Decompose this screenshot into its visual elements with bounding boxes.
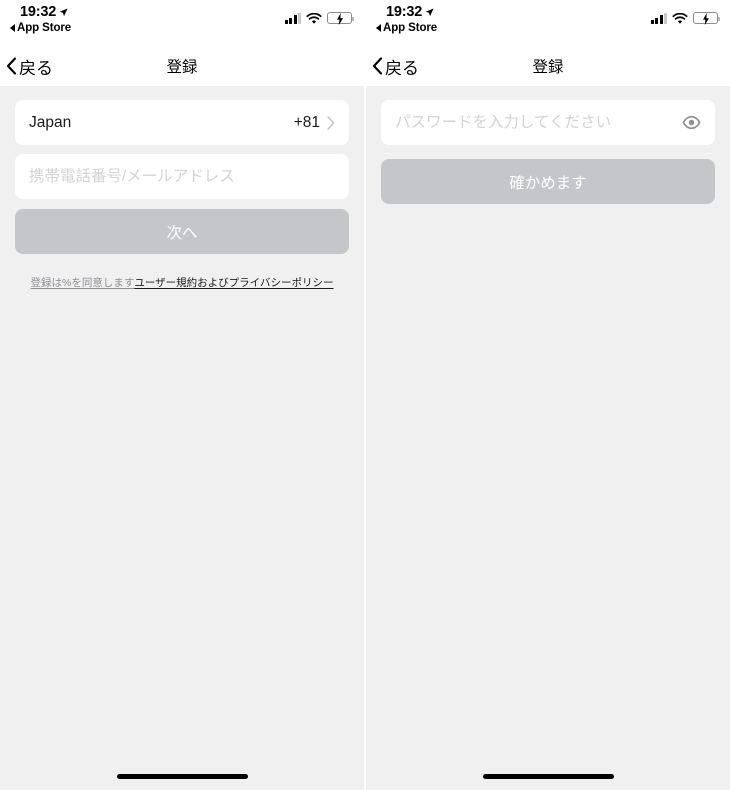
- cellular-signal-icon: [650, 12, 667, 24]
- status-time-row: 19:32: [374, 5, 434, 20]
- home-indicator-area: [366, 762, 730, 790]
- password-form: 確かめます: [366, 86, 730, 762]
- status-back-app-label: App Store: [383, 21, 438, 34]
- next-button[interactable]: 次へ: [15, 209, 349, 254]
- status-back-app-label: App Store: [17, 21, 72, 34]
- cellular-signal-icon: [284, 12, 301, 24]
- country-name: Japan: [29, 113, 72, 131]
- home-indicator-area: [0, 762, 364, 790]
- page-title: 登録: [532, 59, 564, 76]
- country-dial-code: +81: [293, 113, 320, 131]
- status-bar: 19:32 App Store: [0, 0, 364, 46]
- location-arrow-icon: [59, 8, 68, 17]
- status-bar-left: 19:32 App Store: [8, 5, 71, 34]
- status-bar-right: [650, 12, 721, 25]
- country-selector-right: +81: [294, 114, 335, 132]
- eye-icon[interactable]: [682, 113, 701, 132]
- triangle-left-icon: [376, 24, 381, 33]
- status-bar-left: 19:32 App Store: [374, 5, 437, 34]
- dual-screenshot-container: 19:32 App Store 戻る 登録 Japan +81 携帯電話番号/メ…: [0, 0, 730, 790]
- terms-and-privacy-link[interactable]: ユーザー規約およびプライバシーポリシー: [134, 277, 333, 289]
- home-indicator[interactable]: [116, 773, 248, 779]
- battery-charging-low-icon: [693, 12, 721, 25]
- password-input[interactable]: [395, 113, 682, 132]
- status-time: 19:32: [20, 4, 57, 20]
- status-time: 19:32: [386, 4, 423, 20]
- terms-prefix: 登録は%を同意します: [30, 277, 135, 289]
- status-back-to-app[interactable]: App Store: [374, 21, 438, 35]
- confirm-button[interactable]: 確かめます: [381, 159, 715, 204]
- password-input-field[interactable]: [381, 100, 715, 145]
- navigation-bar: 戻る 登録: [366, 46, 730, 86]
- battery-charging-low-icon: [327, 12, 355, 25]
- status-time-row: 19:32: [8, 5, 68, 20]
- home-indicator[interactable]: [482, 773, 614, 779]
- location-arrow-icon: [425, 8, 434, 17]
- screen-registration-phone: 19:32 App Store 戻る 登録 Japan +81 携帯電話番号/メ…: [0, 0, 364, 790]
- status-back-to-app[interactable]: App Store: [8, 21, 72, 35]
- account-input-field[interactable]: [15, 154, 349, 199]
- wifi-icon: [672, 12, 688, 24]
- status-bar: 19:32 App Store: [366, 0, 730, 46]
- screen-password-phone: 19:32 App Store 戻る 登録 パスワードを入力してください 確かめ…: [366, 0, 730, 790]
- triangle-left-icon: [10, 24, 15, 33]
- registration-form: Japan +81 次へ 登録は%を同意しますユーザー規約およびプライバシーポリ…: [0, 86, 364, 762]
- account-input[interactable]: [29, 167, 335, 186]
- wifi-icon: [306, 12, 322, 24]
- navigation-bar: 戻る 登録: [0, 46, 364, 86]
- terms-agreement-text: 登録は%を同意しますユーザー規約およびプライバシーポリシー: [15, 276, 349, 291]
- chevron-right-icon: [327, 115, 335, 130]
- page-title: 登録: [166, 59, 198, 76]
- status-bar-right: [284, 12, 355, 25]
- country-selector-row[interactable]: Japan +81: [15, 100, 349, 145]
